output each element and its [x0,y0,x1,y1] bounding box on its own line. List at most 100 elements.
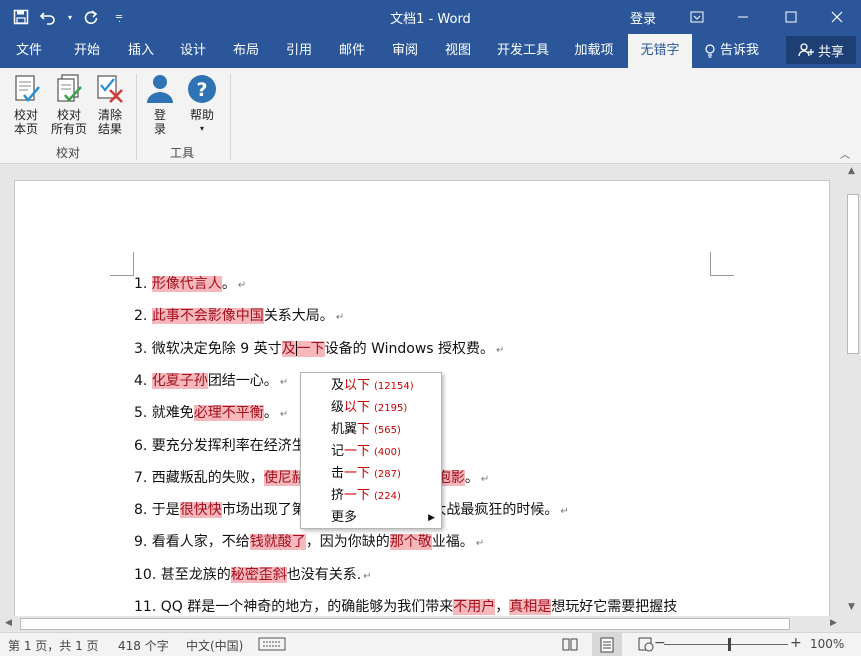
error-highlight[interactable]: 一下 [296,340,325,357]
maximize-button[interactable] [768,0,814,34]
error-highlight[interactable]: 形像代言人 [151,276,222,292]
error-highlight[interactable]: 不用户 [453,599,496,615]
zoom-out-button[interactable]: − [654,635,666,651]
group-label-tools: 工具 [169,146,194,160]
horizontal-scroll-thumb[interactable] [20,618,790,630]
tab-layout[interactable]: 布局 [221,34,271,68]
zoom-slider-thumb[interactable] [728,638,731,651]
suggestion-prefix: 机翼 [331,422,358,437]
vertical-scrollbar[interactable]: ▲ ▼ [845,164,861,616]
suggestion-item[interactable]: 机翼下 (565) [301,419,441,441]
error-highlight[interactable]: 此事 [151,308,180,325]
paragraph-mark-icon: ↵ [237,280,247,291]
error-highlight[interactable]: 及 [281,340,296,357]
tell-me-box[interactable]: 告诉我 [704,34,759,68]
macro-recording-button[interactable] [258,636,286,655]
tab-home[interactable]: 开始 [62,34,112,68]
suggestion-changed: 一下 [344,466,371,481]
tab-wucuozi[interactable]: 无错字 [628,34,692,68]
tab-design[interactable]: 设计 [168,34,218,68]
horizontal-scrollbar[interactable]: ◀ ▶ [0,616,845,632]
proofread-all-button[interactable]: 校对 所有页 [47,72,91,136]
web-layout-icon [638,637,654,652]
web-layout-button[interactable] [638,636,654,655]
paragraph-mark-icon: ↵ [480,473,490,485]
clear-results-icon [97,75,123,103]
ribbon-display-options-button[interactable] [674,0,720,34]
suggestion-changed: 以下 [344,378,371,393]
share-button[interactable]: 共享 [786,36,856,64]
error-highlight[interactable]: 真相是 [509,599,552,615]
suggestion-item[interactable]: 挤一下 (224) [301,485,441,507]
text-run: 7. 西藏叛乱的失败， [134,469,264,486]
tab-file[interactable]: 文件 [4,34,54,68]
document-line[interactable]: 9. 看看人家，不给钱就酸了，因为你缺的那个敬业福。 ↵ [134,532,484,564]
document-line[interactable]: 1. 形像代言人。 ↵ [134,274,246,306]
document-line[interactable]: 4. 化夏子孙团结一心。 ↵ [134,371,288,403]
scroll-down-icon[interactable]: ▼ [848,602,855,612]
collapse-ribbon-button[interactable]: ︿ [840,146,850,161]
title-bar: ▾ ═̣ 文档1 - Word 登录 [0,0,861,34]
read-mode-button[interactable] [562,636,578,655]
document-line[interactable]: 5. 就难免必理不平衡。 ↵ [134,403,288,435]
tab-developer[interactable]: 开发工具 [490,34,556,68]
suggestion-prefix: 击 [331,466,345,481]
text-run: 业福。 [431,534,474,551]
print-layout-button[interactable] [592,633,622,656]
text-run: 关系大局。 [263,308,334,325]
error-highlight[interactable]: 影像中国 [207,308,264,325]
page-count[interactable]: 第 1 页，共 1 页 [8,637,99,654]
proofread-page-button[interactable]: 校对 本页 [6,72,46,136]
zoom-level[interactable]: 100% [810,637,844,651]
text-run: 2. [134,308,152,325]
error-highlight[interactable]: 秘密歪斜 [230,566,287,583]
group-separator [136,74,137,160]
suggestion-prefix: 级 [331,400,345,415]
scroll-right-icon[interactable]: ▶ [830,618,837,628]
zoom-in-button[interactable]: + [790,635,802,651]
tab-view[interactable]: 视图 [433,34,483,68]
ribbon-login-label-2: 录 [153,122,166,136]
text-run: 3. 微软决定免除 9 英寸 [134,340,282,357]
suggestion-item[interactable]: 级以下 (2195) [301,397,441,419]
document-line[interactable]: 10. 甚至龙族的秘密歪斜也没有关系. ↵ [134,565,372,597]
error-highlight[interactable]: 不会 [179,308,208,325]
suggestion-count: (400) [374,447,401,458]
help-button[interactable]: ? 帮助 ▾ [182,72,222,136]
error-highlight[interactable]: 钱就酸了 [249,534,306,551]
suggestion-count: (287) [374,469,401,480]
suggestion-count: (224) [374,491,401,502]
suggestion-item[interactable]: 及以下 (12154) [301,375,441,397]
word-count[interactable]: 418 个字 [118,637,169,654]
suggestion-item[interactable]: 记一下 (400) [301,441,441,463]
minimize-button[interactable] [720,0,766,34]
scroll-up-icon[interactable]: ▲ [848,166,855,176]
zoom-slider[interactable] [664,644,788,645]
tab-mailings[interactable]: 邮件 [327,34,377,68]
clear-results-button[interactable]: 清除 结果 [90,72,130,136]
ribbon-login-button[interactable]: 登 录 [140,72,180,136]
tab-references[interactable]: 引用 [274,34,324,68]
login-link[interactable]: 登录 [630,8,656,27]
document-line[interactable]: 6. 要充分发挥利率在经济生↵ [134,436,316,468]
error-highlight[interactable]: 必理不平衡 [193,405,264,422]
text-run: 也没有关系. [286,566,362,583]
scroll-left-icon[interactable]: ◀ [5,618,12,628]
close-button[interactable] [814,0,860,34]
document-line[interactable]: 2. 此事不会影像中国关系大局。 ↵ [134,306,344,338]
text-run: 团结一心。 [207,372,278,389]
more-suggestions-item[interactable]: 更多 ▶ [301,507,441,529]
error-highlight[interactable]: 那个敬 [389,534,432,551]
suggestion-item[interactable]: 击一下 (287) [301,463,441,485]
document-line[interactable]: 3. 微软决定免除 9 英寸及|一下设备的 Windows 授权费。↵ [134,339,504,371]
language-indicator[interactable]: 中文(中国) [186,637,243,654]
tab-insert[interactable]: 插入 [116,34,166,68]
more-label: 更多 [331,510,358,525]
proofread-page-label-2: 本页 [13,122,38,136]
tab-addins[interactable]: 加载项 [566,34,622,68]
vertical-scroll-thumb[interactable] [847,194,859,354]
error-highlight[interactable]: 很快快 [179,502,222,519]
error-highlight[interactable]: 化夏子孙 [151,372,208,389]
tab-review[interactable]: 审阅 [380,34,430,68]
suggestion-changed: 一下 [344,444,371,459]
